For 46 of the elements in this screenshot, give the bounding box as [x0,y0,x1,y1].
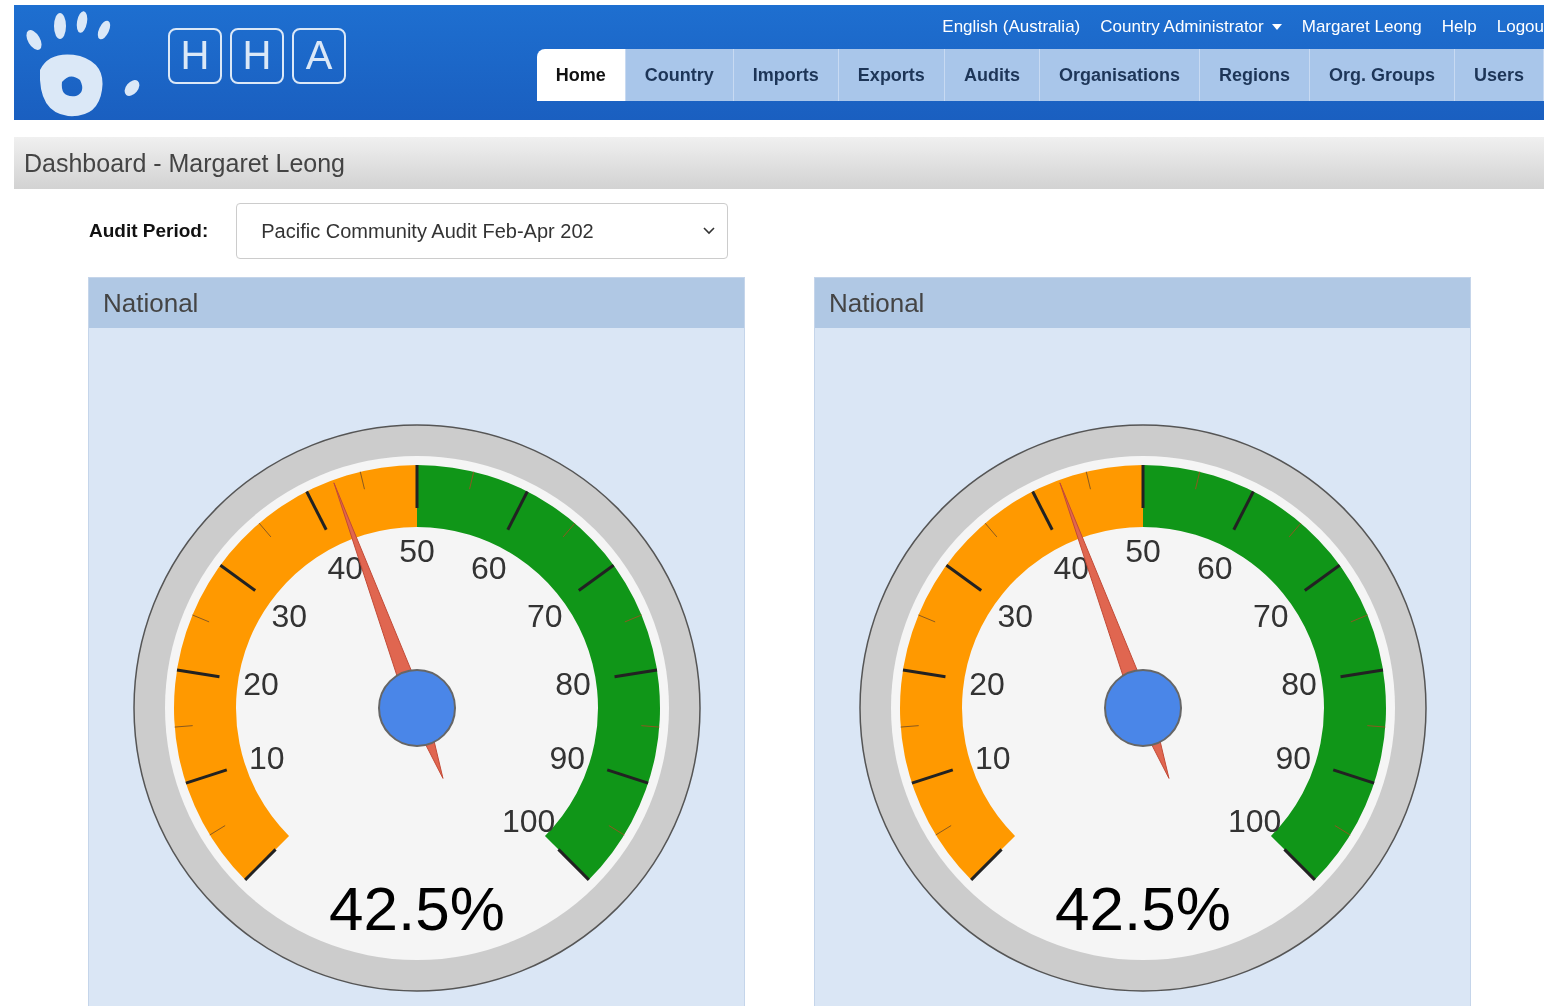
gauge-scale-label: 40 [326,550,363,587]
gauge-scale-label: 80 [554,666,591,703]
nav-tab[interactable]: Home [536,49,626,101]
gauge-scale-label: 60 [1196,550,1233,587]
logo-letter: H [168,27,222,84]
logo-letter: A [292,27,346,84]
gauge-scale-label: 60 [470,550,507,587]
gauge-scale-label: 70 [1252,598,1289,635]
gauge-scale-label: 20 [242,666,279,703]
gauge-scale-label: 10 [248,739,285,776]
top-link[interactable]: English (Australia) [942,15,1081,39]
caret-icon [1271,24,1282,30]
gauge-scale-label: 40 [1052,550,1089,587]
gauge-scale-label: 10 [974,739,1011,776]
gauge-scale-label: 70 [526,598,563,635]
nav-tab[interactable]: Audits [944,49,1040,101]
top-link[interactable]: Margaret Leong [1301,15,1422,39]
audit-period-select[interactable]: Pacific Community Audit Feb-Apr 202 [236,203,729,259]
gauge-reading: 42.5% [328,874,505,943]
gauge-scale-label: 50 [1124,533,1161,569]
gauge-scale-label: 100 [501,802,555,839]
panel-title: National [829,287,925,319]
gauge-scale-label: 90 [1274,739,1311,776]
nav-tab[interactable]: Users [1454,49,1544,101]
gauge-scale-label: 30 [996,598,1033,635]
nav-tab[interactable]: Exports [838,49,945,101]
gauge-reading: 42.5% [1054,874,1231,943]
top-link[interactable]: Country Administrator [1100,15,1282,39]
nav-tab[interactable]: Regions [1199,49,1310,101]
gauge-scale-label: 30 [270,598,307,635]
logo-letter: H [230,27,284,84]
gauge-scale-label: 80 [1280,666,1317,703]
nav-tab[interactable]: Organisations [1039,49,1200,101]
chevron-down-icon [703,227,716,235]
nav-tab[interactable]: Imports [733,49,839,101]
panel-title: National [103,287,199,319]
gauge-scale-label: 50 [398,533,435,569]
nav-tab[interactable]: Country [625,49,734,101]
gauge-scale-label: 90 [548,739,585,776]
top-link[interactable]: Logou [1496,15,1544,39]
gauge-scale-label: 20 [968,666,1005,703]
nav-tab[interactable]: Org. Groups [1309,49,1455,101]
audit-period-label: Audit Period: [89,220,209,242]
page-title: Dashboard - Margaret Leong [24,148,346,178]
top-link[interactable]: Help [1441,15,1477,39]
gauge-scale-label: 100 [1227,802,1281,839]
